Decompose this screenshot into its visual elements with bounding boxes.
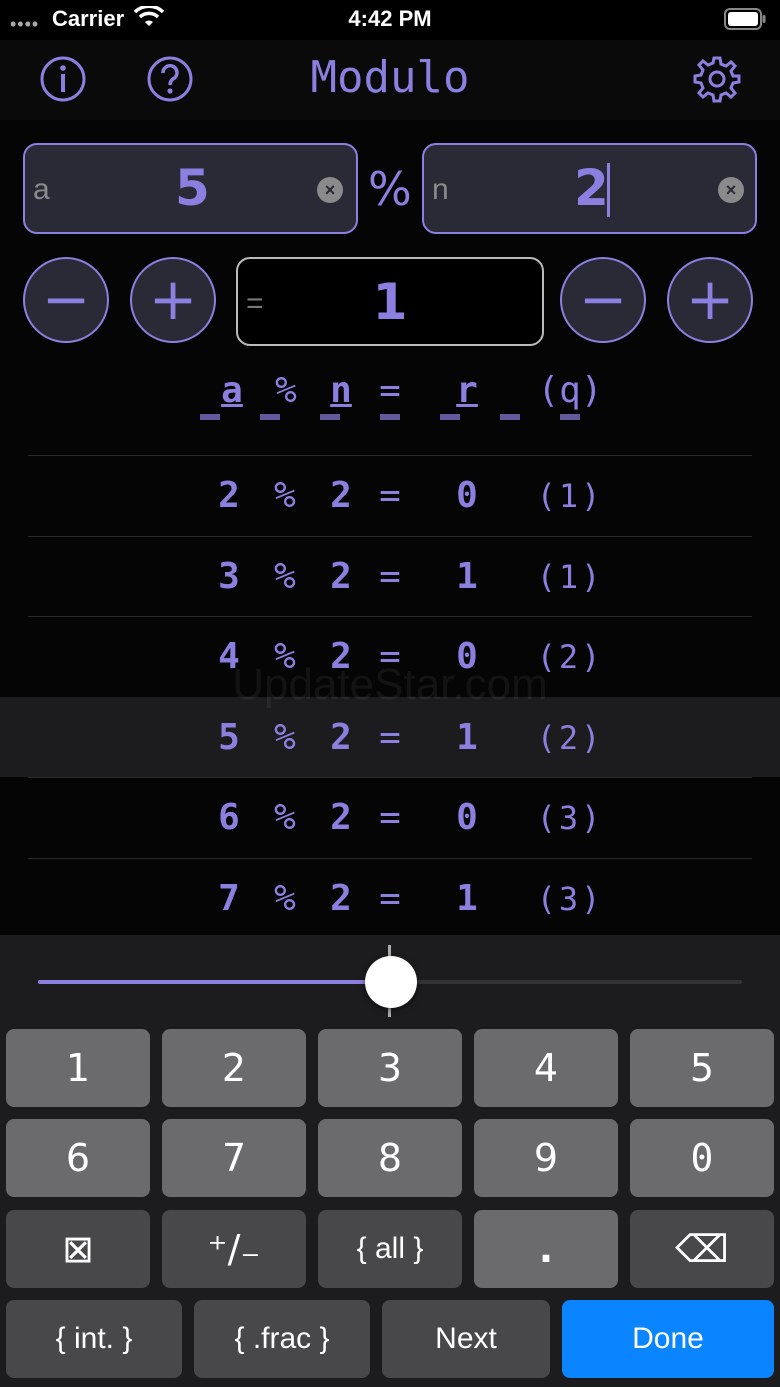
a-input[interactable]: a 5 ×: [23, 143, 358, 234]
main-content: a 5 × % n 2 × − + = 1 − + a % n = r (q) …: [0, 120, 780, 935]
a-increment-button[interactable]: +: [130, 257, 216, 343]
cell-a: 6: [218, 797, 240, 838]
cell-equals: =: [379, 716, 401, 758]
cell-a: 2: [218, 475, 240, 516]
result-field: = 1: [236, 257, 544, 346]
cell-percent: %: [274, 797, 296, 838]
cell-percent: %: [274, 475, 296, 516]
decimal-key[interactable]: .: [474, 1210, 618, 1288]
cell-r: 1: [456, 877, 478, 919]
cell-r: 0: [456, 797, 478, 838]
a-value: 5: [175, 159, 210, 217]
next-button[interactable]: Next: [382, 1300, 550, 1378]
cell-q: (1): [536, 477, 604, 515]
watermark: UpdateStar.com: [232, 660, 548, 709]
table-row: 2% 2 = 0 (1): [0, 455, 780, 535]
header-equals: =: [379, 370, 401, 411]
n-decrement-button[interactable]: −: [560, 257, 646, 343]
backspace-key[interactable]: ⌫: [630, 1210, 774, 1288]
cell-percent: %: [274, 716, 296, 758]
n-input[interactable]: n 2 ×: [422, 143, 757, 234]
gear-icon[interactable]: [692, 54, 742, 104]
table-header: a % n = r (q): [0, 370, 780, 412]
cell-r: 1: [456, 716, 478, 758]
slider-fill: [38, 980, 390, 984]
header-n: n: [330, 370, 352, 411]
table-row: 3% 2 = 1 (1): [0, 536, 780, 616]
a-clear-icon[interactable]: ×: [317, 177, 343, 203]
cell-q: (1): [536, 557, 604, 596]
header-percent: %: [275, 370, 297, 411]
cell-a: 7: [218, 877, 240, 919]
sign-toggle-key[interactable]: ⁺/₋: [162, 1210, 306, 1288]
key-2[interactable]: 2: [162, 1029, 306, 1107]
n-value: 2: [574, 159, 609, 217]
a-placeholder: a: [33, 173, 50, 206]
cell-percent: %: [274, 555, 296, 597]
cell-r: 0: [456, 475, 478, 516]
cell-r: 1: [456, 555, 478, 597]
cell-q: (3): [536, 799, 604, 837]
cell-n: 2: [330, 716, 352, 758]
cell-q: (3): [536, 879, 604, 918]
clock: 4:42 PM: [348, 6, 432, 31]
header-q: (q): [537, 370, 603, 411]
n-placeholder: n: [432, 173, 449, 206]
cell-equals: =: [379, 877, 401, 919]
key-4[interactable]: 4: [474, 1029, 618, 1107]
n-clear-icon[interactable]: ×: [718, 177, 744, 203]
done-button[interactable]: Done: [562, 1300, 774, 1378]
clear-key[interactable]: ⊠: [6, 1210, 150, 1288]
cell-percent: %: [274, 877, 296, 919]
n-increment-button[interactable]: +: [667, 257, 753, 343]
cell-a: 3: [218, 555, 240, 597]
key-7[interactable]: 7: [162, 1119, 306, 1197]
navigation-bar: Modulo: [0, 40, 780, 120]
scrolled-row-fragment: [200, 412, 620, 426]
cell-n: 2: [330, 555, 352, 597]
cell-n: 2: [330, 475, 352, 516]
battery-icon: [724, 8, 766, 30]
slider-thumb[interactable]: [365, 956, 417, 1008]
key-1[interactable]: 1: [6, 1029, 150, 1107]
cell-n: 2: [330, 877, 352, 919]
cell-equals: =: [379, 475, 401, 516]
result-value: 1: [372, 273, 408, 331]
page-title: Modulo: [310, 52, 470, 103]
text-cursor: [607, 163, 610, 217]
key-0[interactable]: 0: [630, 1119, 774, 1197]
cell-equals: =: [379, 797, 401, 838]
table-row: 6% 2 = 0 (3): [0, 777, 780, 857]
cell-a: 5: [218, 716, 240, 758]
select-all-key[interactable]: { all }: [318, 1210, 462, 1288]
fraction-part-key[interactable]: { .frac }: [194, 1300, 370, 1378]
key-6[interactable]: 6: [6, 1119, 150, 1197]
cell-equals: =: [379, 555, 401, 597]
key-8[interactable]: 8: [318, 1119, 462, 1197]
cell-n: 2: [330, 797, 352, 838]
a-decrement-button[interactable]: −: [23, 257, 109, 343]
table-row: 7% 2 = 1 (3): [0, 858, 780, 938]
cell-q: (2): [536, 718, 604, 757]
key-3[interactable]: 3: [318, 1029, 462, 1107]
key-9[interactable]: 9: [474, 1119, 618, 1197]
header-r: r: [456, 370, 478, 411]
key-5[interactable]: 5: [630, 1029, 774, 1107]
header-a: a: [221, 370, 243, 411]
modulo-operator: %: [368, 162, 412, 216]
integer-part-key[interactable]: { int. }: [6, 1300, 182, 1378]
status-bar: •••• Carrier 4:42 PM: [0, 0, 780, 40]
keypad-area: 1 2 3 4 5 6 7 8 9 0 ⊠ ⁺/₋ { all } . ⌫ { …: [0, 935, 780, 1387]
